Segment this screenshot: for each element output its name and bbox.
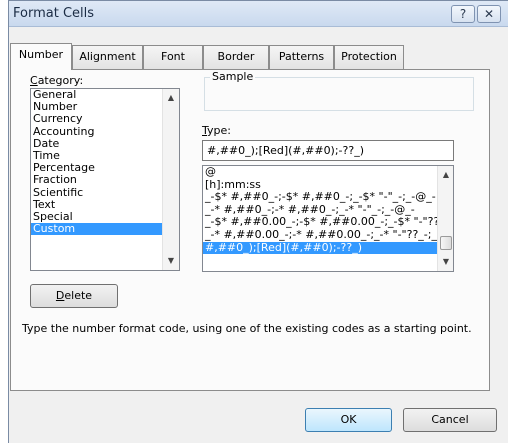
window-title: Format Cells <box>13 6 95 21</box>
cancel-button[interactable]: Cancel <box>403 408 497 432</box>
tab-font[interactable]: Font <box>143 45 203 69</box>
list-item[interactable]: Accounting <box>31 125 179 138</box>
list-item[interactable]: Fraction <box>31 174 179 186</box>
tab-patterns[interactable]: Patterns <box>269 45 334 69</box>
tab-border[interactable]: Border <box>203 45 269 69</box>
list-item[interactable]: [h]:mm:ss <box>203 179 453 192</box>
category-label: Category: <box>30 74 84 87</box>
scroll-down-icon[interactable]: ▼ <box>163 254 179 268</box>
list-item[interactable]: _-* #,##0.00_-;-* #,##0.00_-;_-* "-"??_-… <box>203 229 453 242</box>
ok-button[interactable]: OK <box>305 408 392 432</box>
close-icon[interactable]: ✕ <box>477 5 501 23</box>
tab-protection[interactable]: Protection <box>334 45 404 69</box>
list-item[interactable]: @ <box>203 166 453 179</box>
tab-number[interactable]: Number <box>10 43 72 70</box>
format-code-list[interactable]: @ [h]:mm:ss _-$* #,##0_-;-$* #,##0_-;_-$… <box>202 165 454 272</box>
sample-label: Sample <box>210 70 256 83</box>
tab-alignment[interactable]: Alignment <box>72 45 143 69</box>
help-description: Type the number format code, using one o… <box>22 322 472 335</box>
help-icon[interactable]: ? <box>451 5 475 23</box>
title-bar: Format Cells ? ✕ <box>9 1 508 27</box>
type-input[interactable]: #,##0_);[Red](#,##0);-??_) <box>202 140 454 161</box>
format-list-scrollbar[interactable]: ▲ ▼ <box>437 166 453 271</box>
list-item[interactable]: Currency <box>31 113 179 125</box>
list-item[interactable]: _-$* #,##0.00_-;-$* #,##0.00_-;_-$* "-"?… <box>203 216 453 229</box>
scroll-up-icon[interactable]: ▲ <box>163 91 179 105</box>
scroll-up-icon[interactable]: ▲ <box>438 168 453 182</box>
type-label: Type: <box>202 124 231 137</box>
category-scrollbar[interactable]: ▲ ▼ <box>162 89 179 270</box>
list-item[interactable]: Scientific <box>31 186 179 199</box>
list-item[interactable]: _-$* #,##0_-;-$* #,##0_-;_-$* "-"_-;_-@_… <box>203 191 453 204</box>
list-item-selected[interactable]: #,##0_);[Red](#,##0);-??_) <box>203 241 453 255</box>
list-item-selected[interactable]: Custom <box>31 222 179 236</box>
list-item[interactable]: _-* #,##0_-;-* #,##0_-;_-* "-"_-;_-@_- <box>203 204 453 217</box>
delete-button[interactable]: Delete <box>30 284 118 308</box>
scroll-thumb[interactable] <box>440 236 452 250</box>
category-list[interactable]: General Number Currency Accounting Date … <box>30 88 180 271</box>
scroll-down-icon[interactable]: ▼ <box>438 255 453 269</box>
